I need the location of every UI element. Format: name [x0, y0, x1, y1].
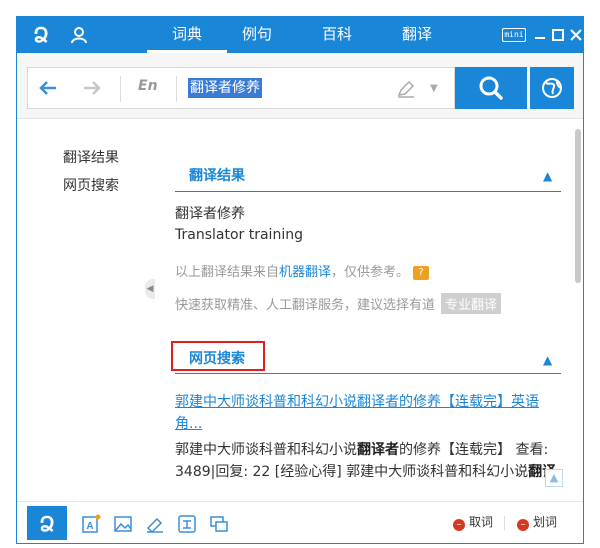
- pro-translate-button[interactable]: 专业翻译: [441, 293, 502, 314]
- snippet-highlight: 翻译者: [357, 442, 399, 458]
- tab-dictionary[interactable]: 词典: [147, 17, 227, 53]
- tab-examples[interactable]: 例句: [217, 17, 297, 53]
- source-text: 翻译者修养: [175, 206, 245, 222]
- off-indicator-icon: –: [517, 519, 529, 531]
- scrollbar[interactable]: [575, 129, 581, 283]
- translation-section-title[interactable]: 翻译结果: [189, 165, 245, 185]
- snippet-part: 郭建中大师谈科普和科幻小说: [175, 442, 357, 458]
- scroll-to-top-icon[interactable]: ▲: [545, 469, 563, 487]
- section-divider: [175, 373, 561, 374]
- web-translate-button[interactable]: [530, 67, 574, 109]
- word-select-toggle[interactable]: – 划词: [517, 514, 557, 531]
- translate-icon[interactable]: [177, 514, 197, 534]
- search-box: En 翻译者修养 ▼: [27, 67, 455, 109]
- translation-result: Translator training: [175, 227, 303, 243]
- svg-text:A: A: [86, 521, 93, 532]
- image-translate-icon[interactable]: [113, 514, 133, 534]
- divider: [504, 516, 505, 530]
- app-logo[interactable]: Ձ: [27, 21, 55, 49]
- sidebar-item-web-search[interactable]: 网页搜索: [63, 175, 119, 195]
- minimize-icon[interactable]: [531, 26, 549, 44]
- machine-translation-note: 以上翻译结果来自机器翻译，仅供参考。?: [175, 261, 430, 280]
- divider: [120, 76, 121, 102]
- globe-icon: [542, 78, 562, 98]
- web-search-section-title[interactable]: 网页搜索: [189, 348, 245, 368]
- web-result-snippet: 郭建中大师谈科普和科幻小说翻译者的修养【连载完】 查看: 3489|回复: 22…: [175, 439, 557, 483]
- svg-text:Ձ: Ձ: [33, 25, 48, 47]
- title-bar: Ձ 词典 例句 百科 翻译 mini: [17, 17, 583, 53]
- language-selector[interactable]: En: [138, 78, 158, 94]
- collapse-sidebar-icon[interactable]: ◀: [145, 279, 155, 299]
- word-capture-toggle[interactable]: – 取词: [453, 514, 493, 531]
- close-icon[interactable]: [567, 26, 585, 44]
- word-capture-label: 取词: [469, 515, 494, 529]
- web-result-link[interactable]: 郭建中大师谈科普和科幻小说翻译者的修养【连载完】英语角...: [175, 391, 555, 435]
- service-text: 快速获取精准、人工翻译服务，建议选择有道: [175, 298, 436, 313]
- note-suffix: ，仅供参考。: [331, 265, 410, 280]
- pro-service-line: 快速获取精准、人工翻译服务，建议选择有道 专业翻译: [175, 293, 502, 314]
- maximize-icon[interactable]: [549, 26, 567, 44]
- chat-icon[interactable]: [209, 514, 229, 534]
- search-input[interactable]: 翻译者修养: [188, 78, 262, 98]
- sidebar-item-translation[interactable]: 翻译结果: [63, 147, 119, 167]
- word-select-label: 划词: [533, 515, 558, 529]
- help-icon[interactable]: ?: [413, 265, 430, 280]
- search-row: En 翻译者修养 ▼: [17, 53, 583, 119]
- back-arrow-icon[interactable]: [36, 76, 60, 100]
- divider: [176, 76, 177, 102]
- user-icon[interactable]: [69, 25, 89, 45]
- home-logo-button[interactable]: Ձ: [27, 506, 67, 540]
- handwriting-pen-icon[interactable]: [396, 80, 416, 98]
- chevron-up-icon[interactable]: ▲: [543, 353, 552, 367]
- youdao-logo-icon: Ձ: [33, 25, 48, 47]
- tab-encyclopedia[interactable]: 百科: [297, 17, 377, 53]
- youdao-logo-icon: Ձ: [39, 514, 54, 536]
- ocr-capture-icon[interactable]: A: [81, 514, 101, 534]
- bottom-toolbar: Ձ A – 取词 – 划词: [17, 501, 583, 543]
- mini-mode-button[interactable]: mini: [502, 28, 526, 42]
- tab-translate[interactable]: 翻译: [377, 17, 457, 53]
- note-prefix: 以上翻译结果来自: [175, 265, 280, 280]
- dictionary-window: Ձ 词典 例句 百科 翻译 mini En 翻译者修养 ▼ 翻译结果 网页搜索 …: [16, 16, 584, 544]
- chevron-down-icon[interactable]: ▼: [430, 80, 438, 98]
- search-icon: [479, 76, 503, 100]
- off-indicator-icon: –: [453, 519, 465, 531]
- section-divider: [175, 191, 561, 192]
- word-book-icon[interactable]: [145, 514, 165, 534]
- forward-arrow-icon[interactable]: [80, 76, 104, 100]
- search-button[interactable]: [455, 67, 527, 109]
- svg-text:Ձ: Ձ: [39, 514, 54, 536]
- machine-translation-link[interactable]: 机器翻译: [279, 265, 331, 280]
- chevron-up-icon[interactable]: ▲: [543, 169, 552, 183]
